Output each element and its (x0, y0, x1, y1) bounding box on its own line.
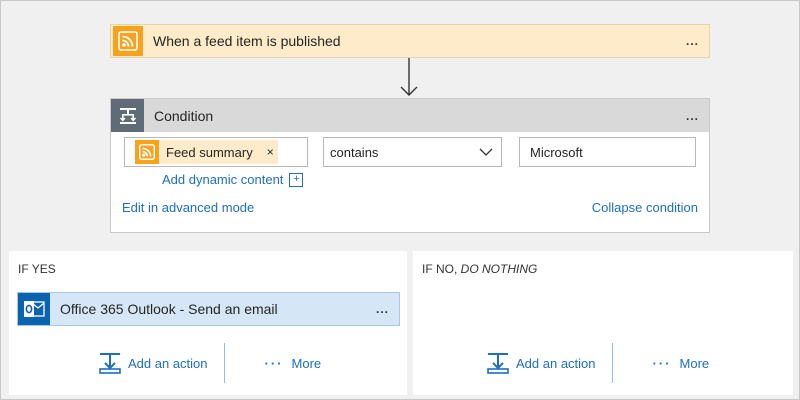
if-no-branch: IF NO, DO NOTHING Add an action ··· More (413, 251, 793, 395)
rss-icon (135, 140, 159, 164)
operator-value: contains (330, 144, 379, 160)
if-no-label-emphasis: DO NOTHING (460, 262, 538, 276)
if-no-label-prefix: IF NO, (422, 262, 461, 276)
if-no-label: IF NO, DO NOTHING (422, 262, 537, 276)
if-yes-add-row: Add an action ··· More (99, 343, 321, 383)
operator-select[interactable]: contains (323, 137, 502, 167)
more-dots-icon: ··· (264, 355, 284, 371)
divider (611, 343, 613, 383)
trigger-menu-button[interactable]: ... (686, 34, 699, 48)
token-remove-button[interactable]: × (267, 145, 274, 159)
plus-icon: + (289, 172, 304, 187)
action-title: Office 365 Outlook - Send an email (60, 301, 278, 317)
add-an-action-label: Add an action (516, 355, 596, 371)
condition-title: Condition (154, 107, 214, 124)
if-yes-label: IF YES (18, 262, 56, 276)
chevron-down-icon (479, 148, 493, 156)
feed-summary-token[interactable]: Feed summary × (135, 140, 278, 164)
edit-advanced-mode-link[interactable]: Edit in advanced mode (122, 200, 254, 215)
add-dynamic-content-link[interactable]: Add dynamic content + (162, 172, 304, 187)
if-yes-branch: IF YES Office 365 Outlook - Send an emai… (9, 251, 407, 395)
add-action-icon (487, 353, 509, 374)
condition-card: Condition ... Feed summary × contains Mi… (110, 98, 710, 233)
trigger-card[interactable]: When a feed item is published ... (110, 24, 710, 58)
divider (223, 343, 225, 383)
condition-value-input[interactable]: Microsoft (519, 137, 696, 167)
add-an-action-button[interactable]: Add an action (487, 352, 596, 374)
add-action-icon (99, 353, 121, 374)
token-label: Feed summary (166, 144, 253, 160)
rss-icon (113, 26, 143, 56)
if-no-add-row: Add an action ··· More (487, 343, 709, 383)
action-menu-button[interactable]: ... (376, 302, 389, 316)
add-an-action-button[interactable]: Add an action (99, 352, 208, 374)
condition-header[interactable]: Condition ... (111, 99, 709, 132)
add-an-action-label: Add an action (128, 355, 208, 371)
outlook-icon (18, 293, 50, 325)
condition-menu-button[interactable]: ... (686, 109, 699, 123)
more-label: More (679, 355, 710, 371)
condition-left-operand-field[interactable]: Feed summary × (124, 137, 308, 167)
collapse-condition-link[interactable]: Collapse condition (592, 200, 698, 215)
add-dynamic-content-label: Add dynamic content (162, 172, 284, 187)
condition-icon (111, 99, 144, 132)
condition-value-text: Microsoft (530, 144, 583, 160)
more-label: More (291, 355, 322, 371)
more-button[interactable]: ··· More (265, 356, 322, 371)
down-arrow-icon (400, 58, 418, 96)
more-button[interactable]: ··· More (653, 356, 710, 371)
more-dots-icon: ··· (652, 355, 672, 371)
trigger-title: When a feed item is published (153, 33, 341, 49)
send-email-action-card[interactable]: Office 365 Outlook - Send an email ... (17, 292, 400, 326)
